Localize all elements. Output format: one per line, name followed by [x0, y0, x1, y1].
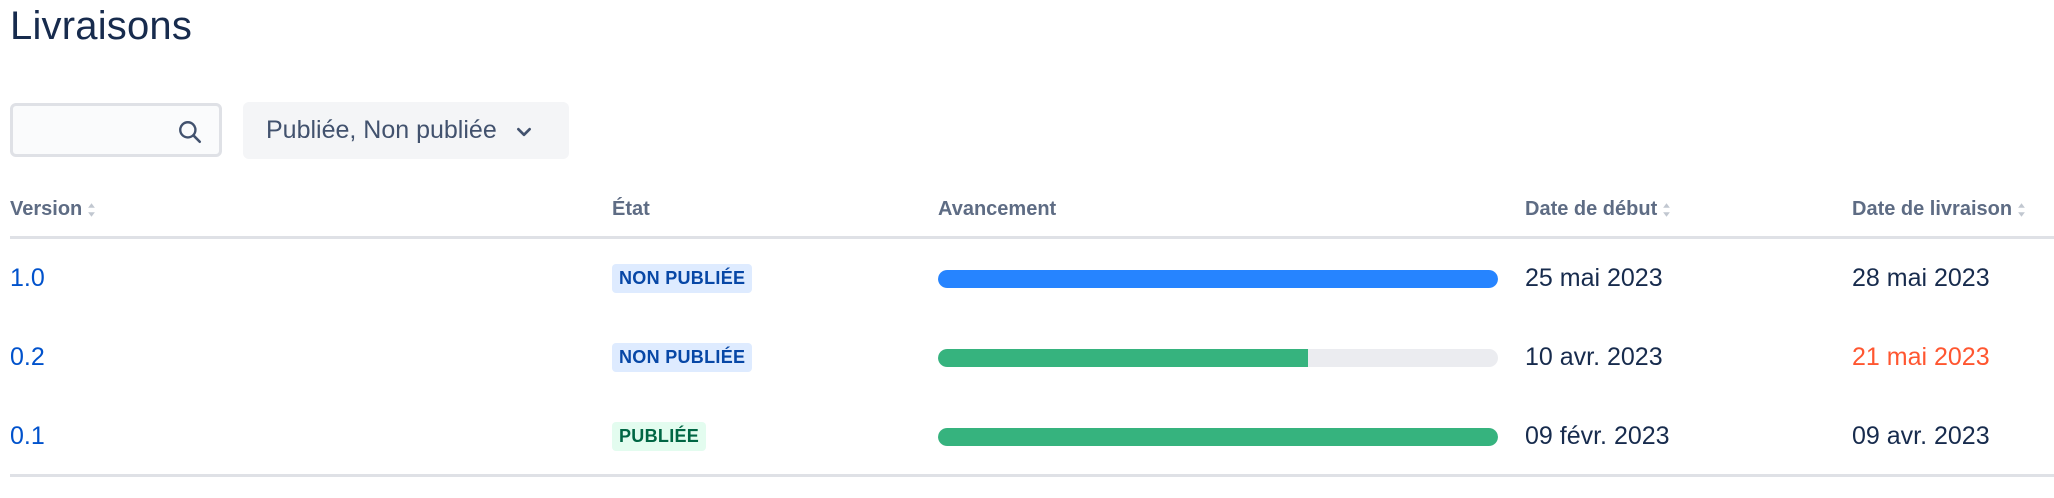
- column-header-label: État: [612, 198, 650, 220]
- table-row: 0.2 NON PUBLIÉE 10 avr. 2023 21 mai 2023: [10, 318, 2054, 397]
- status-cell: NON PUBLIÉE: [612, 318, 753, 397]
- release-date-cell: 09 avr. 2023: [1852, 397, 1990, 476]
- version-link[interactable]: 0.2: [10, 343, 45, 372]
- table-header: Version État Avancement Date de début Da…: [10, 190, 2054, 239]
- column-header-release-date[interactable]: Date de livraison: [1852, 198, 2026, 221]
- progress-bar[interactable]: [938, 427, 1498, 446]
- sort-icon: [1663, 202, 1671, 217]
- column-header-progress: Avancement: [938, 198, 1056, 221]
- status-filter-label: Publiée, Non publiée: [266, 116, 497, 144]
- version-link[interactable]: 1.0: [10, 264, 45, 293]
- progress-cell: [938, 397, 1498, 476]
- version-cell: 0.2: [10, 318, 45, 397]
- status-filter-dropdown[interactable]: Publiée, Non publiée: [243, 102, 569, 159]
- page-title: Livraisons: [10, 4, 193, 48]
- release-date-cell: 28 mai 2023: [1852, 239, 1990, 318]
- column-header-version[interactable]: Version: [10, 198, 96, 221]
- progress-cell: [938, 239, 1498, 318]
- start-date: 25 mai 2023: [1525, 264, 1663, 292]
- status-badge: NON PUBLIÉE: [612, 264, 753, 293]
- column-header-label: Date de livraison: [1852, 198, 2013, 220]
- status-cell: PUBLIÉE: [612, 397, 707, 476]
- progress-bar-fill: [938, 348, 1308, 367]
- start-date-cell: 25 mai 2023: [1525, 239, 1663, 318]
- progress-bar-fill: [938, 427, 1498, 446]
- status-badge: NON PUBLIÉE: [612, 343, 753, 372]
- column-header-start-date[interactable]: Date de début: [1525, 198, 1671, 221]
- table-bottom-divider: [10, 474, 2054, 477]
- progress-cell: [938, 318, 1498, 397]
- release-date: 09 avr. 2023: [1852, 422, 1990, 450]
- version-link[interactable]: 0.1: [10, 422, 45, 451]
- progress-bar[interactable]: [938, 269, 1498, 288]
- status-badge: PUBLIÉE: [612, 422, 707, 451]
- start-date-cell: 09 févr. 2023: [1525, 397, 1670, 476]
- column-header-label: Date de début: [1525, 198, 1658, 220]
- search-input[interactable]: [23, 116, 177, 146]
- release-date: 21 mai 2023: [1852, 343, 1990, 371]
- column-header-status: État: [612, 198, 650, 221]
- search-icon[interactable]: [177, 119, 203, 145]
- chevron-down-icon: [516, 127, 531, 136]
- version-cell: 1.0: [10, 239, 45, 318]
- release-date: 28 mai 2023: [1852, 264, 1990, 292]
- column-header-label: Version: [10, 198, 83, 220]
- progress-bar-fill: [938, 269, 1498, 288]
- sort-icon: [2018, 202, 2025, 217]
- sort-icon: [88, 202, 96, 217]
- table-row: 0.1 PUBLIÉE 09 févr. 2023 09 avr. 2023: [10, 397, 2054, 476]
- releases-table: Version État Avancement Date de début Da…: [10, 190, 2054, 476]
- search-box[interactable]: [10, 103, 222, 157]
- release-date-cell: 21 mai 2023: [1852, 318, 1990, 397]
- version-cell: 0.1: [10, 397, 45, 476]
- column-header-label: Avancement: [938, 198, 1057, 220]
- start-date: 10 avr. 2023: [1525, 343, 1663, 371]
- table-row: 1.0 NON PUBLIÉE 25 mai 2023 28 mai 2023: [10, 239, 2054, 318]
- start-date: 09 févr. 2023: [1525, 422, 1670, 450]
- releases-page: Livraisons Publiée, Non publiée Version …: [0, 0, 2054, 498]
- progress-bar[interactable]: [938, 348, 1498, 367]
- status-cell: NON PUBLIÉE: [612, 239, 753, 318]
- start-date-cell: 10 avr. 2023: [1525, 318, 1663, 397]
